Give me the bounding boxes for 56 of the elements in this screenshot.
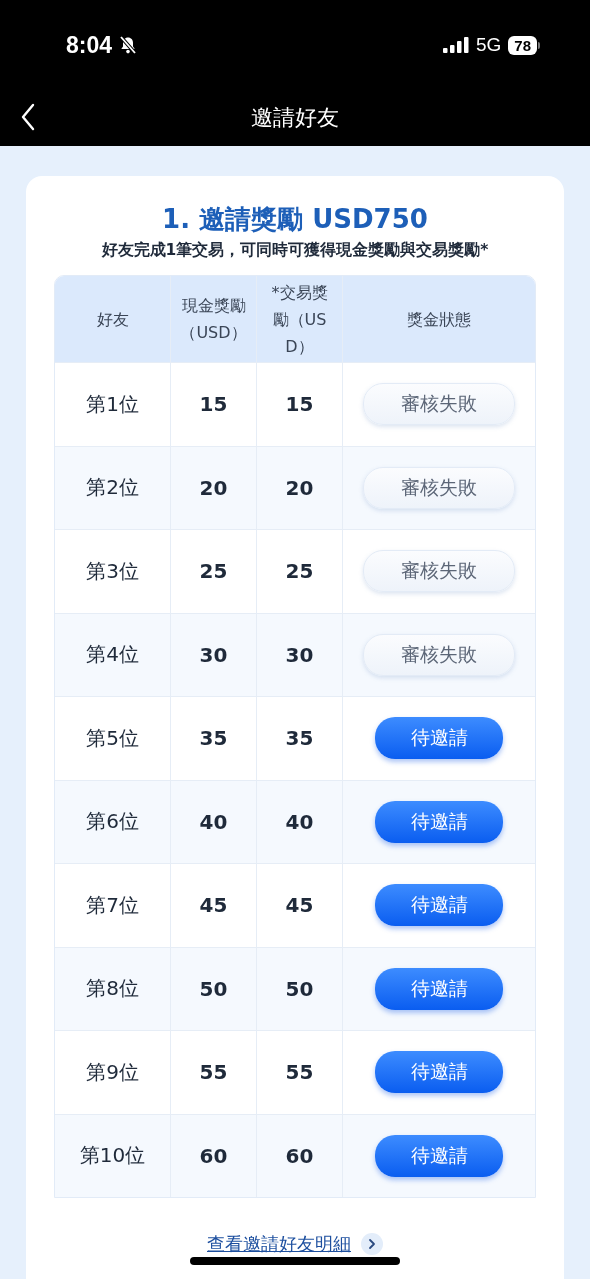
table-cell: 60 [199,1143,228,1168]
invite-button[interactable]: 待邀請 [375,1051,503,1094]
status-time: 8:04 [66,31,113,59]
network-label: 5G [475,34,502,56]
table-cell: 第5位 [86,724,139,752]
bell-slash-icon [118,35,139,55]
table-cell: 55 [285,1060,314,1085]
status-badge: 審核失敗 [363,466,515,509]
battery-level: 78 [508,35,537,55]
table-cell: 第4位 [86,641,139,669]
table-cell: 45 [285,893,314,918]
table-cell: 第7位 [86,891,139,919]
table-cell: 50 [285,976,314,1001]
table-cell: 40 [199,809,228,834]
table-cell: 25 [199,559,228,584]
invite-button[interactable]: 待邀請 [375,717,503,760]
invite-button[interactable]: 待邀請 [375,1134,503,1177]
card-title: 1. 邀請獎勵 USD750 [161,203,429,236]
table-cell: 20 [285,475,314,500]
details-link[interactable]: 查看邀請好友明細 [207,1232,351,1256]
table-cell: 40 [285,809,314,834]
status-badge: 審核失敗 [363,383,515,426]
card-subtitle: 好友完成1筆交易，可同時可獲得現金獎勵與交易獎勵* [100,240,490,261]
table-cell: 第2位 [86,474,139,502]
table-cell: 30 [285,642,314,667]
column-header: *交易獎勵（USD） [270,281,329,358]
table-cell: 25 [285,559,314,584]
chevron-right-icon [361,1233,383,1255]
back-chevron-icon [20,103,36,131]
table-cell: 15 [285,392,314,417]
table-cell: 15 [199,392,228,417]
invite-button[interactable]: 待邀請 [375,884,503,927]
table-cell: 35 [285,726,314,751]
status-badge: 審核失敗 [363,550,515,593]
column-header: 獎金狀態 [407,308,471,331]
table-cell: 45 [199,893,228,918]
table-cell: 30 [199,642,228,667]
table-cell: 第6位 [86,808,139,836]
table-cell: 第10位 [79,1142,146,1170]
signal-icon [442,37,469,53]
table-cell: 55 [199,1060,228,1085]
back-button[interactable] [20,103,36,131]
invite-button[interactable]: 待邀請 [375,967,503,1010]
page-title: 邀請好友 [251,104,339,132]
column-header: 現金獎勵（USD） [179,295,248,344]
table-cell: 20 [199,475,228,500]
table-cell: 60 [285,1143,314,1168]
invite-button[interactable]: 待邀請 [375,800,503,843]
table-cell: 35 [199,726,228,751]
table-cell: 50 [199,976,228,1001]
table-cell: 第9位 [86,1058,139,1086]
status-badge: 審核失敗 [363,633,515,676]
table-cell: 第8位 [86,975,139,1003]
table-cell: 第1位 [86,390,139,418]
column-header: 好友 [96,308,129,331]
table-cell: 第3位 [86,557,139,585]
